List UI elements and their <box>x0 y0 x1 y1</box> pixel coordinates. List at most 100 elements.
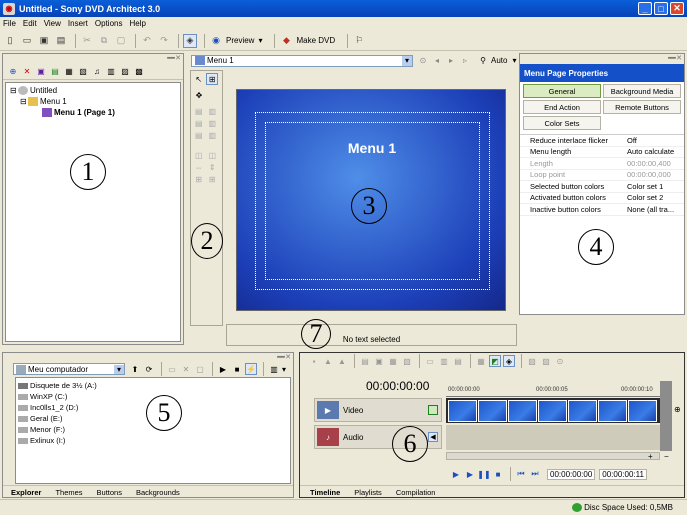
copy-icon[interactable]: ⧉ <box>97 34 111 48</box>
play-icon[interactable]: ▶ <box>217 363 229 375</box>
space-across-icon[interactable]: ◫ <box>193 149 205 161</box>
properties-icon-small[interactable]: ▩ <box>133 66 145 78</box>
collapse-icon[interactable]: ⊟ <box>10 86 18 95</box>
property-value[interactable]: Color set 2 <box>624 193 684 202</box>
auto-ripple-icon[interactable]: ◩ <box>489 355 501 367</box>
go-to-end-icon[interactable]: ⏭ <box>529 468 541 480</box>
paste-icon[interactable]: ▢ <box>114 34 128 48</box>
property-row[interactable]: Loop point 00:00:00,000 <box>520 170 684 181</box>
play-icon[interactable]: ▶ <box>464 468 476 480</box>
location-dropdown[interactable]: Meu computador ▾ <box>13 363 125 375</box>
chapter-icon[interactable]: ▤ <box>359 355 371 367</box>
property-value[interactable]: 00:00:00,400 <box>624 159 684 168</box>
properties-icon[interactable]: ▤ <box>54 34 68 48</box>
tab-end-action[interactable]: End Action <box>523 100 601 114</box>
close-button[interactable]: ✕ <box>670 2 684 15</box>
track-header-video[interactable]: ▶ Video <box>314 398 442 422</box>
marker-icon[interactable]: ▭ <box>424 355 436 367</box>
zoom-in-icon[interactable]: ▧ <box>526 355 538 367</box>
tab-remote-buttons[interactable]: Remote Buttons <box>603 100 681 114</box>
target-icon[interactable]: ⊕ <box>7 66 19 78</box>
panel-grip[interactable]: ▪▪▪▪▪ ✕ <box>3 54 183 64</box>
space-down-icon[interactable]: ◫ <box>207 149 219 161</box>
menu-help[interactable]: Help <box>129 19 145 28</box>
zoom-plus-icon[interactable]: + <box>648 452 653 461</box>
chevron-down-icon[interactable]: ▾ <box>402 55 412 66</box>
split-icon[interactable]: ▥ <box>438 355 450 367</box>
grid-icon[interactable]: ⊞ <box>206 73 218 85</box>
insert-menu-icon[interactable]: ▣ <box>35 66 47 78</box>
tree-node-root[interactable]: ⊟ Untitled <box>10 85 176 96</box>
align-left-icon[interactable]: ▤ <box>193 105 205 117</box>
track-up-icon[interactable]: ▲ <box>336 355 348 367</box>
drive-item[interactable]: Exlinux (I:) <box>18 435 288 446</box>
previous-icon[interactable]: ◂ <box>431 55 443 67</box>
snap-icon[interactable]: ▦ <box>475 355 487 367</box>
selection-end-time[interactable]: 00:00:00:11 <box>599 468 647 480</box>
align-bottom-icon[interactable]: ▥ <box>207 129 219 141</box>
maximize-button[interactable]: □ <box>654 2 668 15</box>
timeline-horizontal-scrollbar[interactable] <box>446 452 660 460</box>
selection-start-time[interactable]: 00:00:00:00 <box>547 468 596 480</box>
zoom-minus-icon[interactable]: − <box>664 452 669 461</box>
collapse-icon[interactable]: ⊟ <box>20 97 28 106</box>
views-icon[interactable]: ▥ <box>268 363 280 375</box>
tab-background-media[interactable]: Background Media <box>603 84 681 98</box>
delete-track-icon[interactable]: ▧ <box>401 355 413 367</box>
insert-slideshow-icon[interactable]: ▧ <box>77 66 89 78</box>
stop-icon[interactable]: ■ <box>231 363 243 375</box>
tab-backgrounds[interactable]: Backgrounds <box>136 488 180 497</box>
speaker-icon[interactable]: ◀ <box>428 432 438 442</box>
property-value[interactable]: Off <box>624 136 684 145</box>
up-folder-icon[interactable]: ⬆ <box>129 363 141 375</box>
trim-icon[interactable]: ▤ <box>452 355 464 367</box>
playlist-icon[interactable]: ▥ <box>105 66 117 78</box>
tab-buttons[interactable]: Buttons <box>97 488 122 497</box>
chevron-down-icon[interactable]: ▾ <box>114 364 124 374</box>
play-from-start-icon[interactable]: ▶ <box>450 468 462 480</box>
property-row[interactable]: Length 00:00:00,400 <box>520 158 684 170</box>
preview-button[interactable]: ◉ Preview ▾ <box>209 34 262 48</box>
menu-view[interactable]: View <box>44 19 61 28</box>
pan-tool-icon[interactable]: ✥ <box>193 89 205 101</box>
go-to-start-icon[interactable]: ⏮ <box>515 468 527 480</box>
tab-general[interactable]: General <box>523 84 601 98</box>
project-overview-icon[interactable]: ◈ <box>183 33 197 48</box>
drive-item[interactable]: Disquete de 3½ (A:) <box>18 380 288 391</box>
menu-selector[interactable]: Menu 1 ▾ <box>191 54 413 67</box>
align-center-icon[interactable]: ▥ <box>207 105 219 117</box>
tab-compilation[interactable]: Compilation <box>396 488 436 497</box>
insert-icon[interactable]: ▲ <box>322 355 334 367</box>
timeline-vertical-scrollbar[interactable] <box>660 381 672 451</box>
chevron-down-icon[interactable]: ▾ <box>282 365 286 374</box>
audio-track-icon[interactable]: ▦ <box>387 355 399 367</box>
panel-grip[interactable]: ▪▪▪▪▪ ✕ <box>520 54 684 64</box>
align-right-icon[interactable]: ▤ <box>193 117 205 129</box>
new-folder-icon[interactable]: ▭ <box>166 363 178 375</box>
subtitle-icon[interactable]: ▣ <box>373 355 385 367</box>
minimize-button[interactable]: _ <box>638 2 652 15</box>
redo-icon[interactable]: ↷ <box>157 34 171 48</box>
same-width-icon[interactable]: ⇔ <box>193 161 205 173</box>
property-row[interactable]: Activated button colors Color set 2 <box>520 193 684 204</box>
next-icon[interactable]: ▸ <box>445 55 457 67</box>
make-dvd-button[interactable]: ◆ Make DVD <box>279 34 335 48</box>
track-mute-icon[interactable] <box>428 405 438 415</box>
delete-icon[interactable]: ✕ <box>21 66 33 78</box>
lock-envelopes-icon[interactable]: ◈ <box>503 355 515 367</box>
menu-title-text[interactable]: Menu 1 <box>237 140 507 156</box>
tree-node-page[interactable]: Menu 1 (Page 1) <box>10 107 176 118</box>
music-icon[interactable]: ♫ <box>91 66 103 78</box>
property-row[interactable]: Menu length Auto calculate <box>520 147 684 158</box>
open-icon[interactable]: ▭ <box>20 34 34 48</box>
tab-playlists[interactable]: Playlists <box>354 488 382 497</box>
insert-music-compilation-icon[interactable]: ▦ <box>63 66 75 78</box>
time-ruler[interactable]: 00:00:00:00 00:00:00:05 00:00:00:10 <box>446 381 660 397</box>
refresh-icon[interactable]: ⟳ <box>143 363 155 375</box>
tab-timeline[interactable]: Timeline <box>310 488 340 497</box>
zoom-level[interactable]: Auto <box>491 56 507 65</box>
grip-icon[interactable]: ▪ <box>308 355 320 367</box>
audio-track-lane[interactable] <box>446 425 660 450</box>
tab-explorer[interactable]: Explorer <box>11 488 41 497</box>
delete-icon[interactable]: ✕ <box>180 363 192 375</box>
